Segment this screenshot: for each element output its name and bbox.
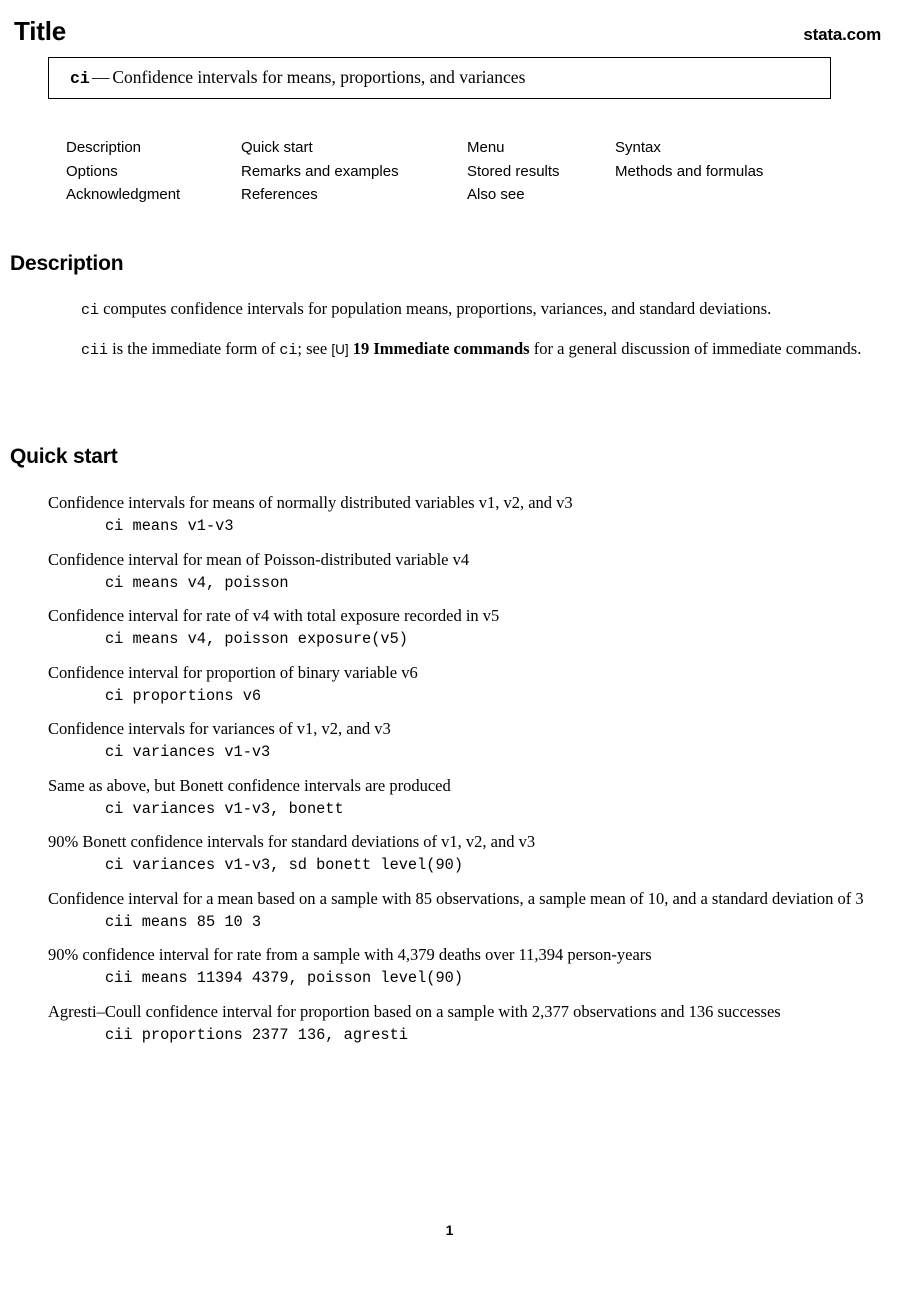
inline-code-ci: ci: [81, 302, 100, 320]
stata-com-link[interactable]: stata.com: [803, 26, 881, 43]
toc-link-methods-and-formulas[interactable]: Methods and formulas: [615, 160, 855, 184]
quick-start-item: 90% confidence interval for rate from a …: [48, 944, 873, 988]
description-paragraph-1-text: computes confidence intervals for popula…: [99, 299, 772, 319]
command-title-box: ci — Confidence intervals for means, propo…: [48, 57, 831, 99]
quick-start-description: Confidence interval for proportion of bi…: [48, 662, 418, 682]
quick-start-command: cii proportions 2377 136, agresti: [105, 1025, 408, 1044]
quick-start-description: Confidence intervals for variances of v1…: [48, 719, 391, 739]
description-paragraph-2-text-1: is the immediate form of: [108, 338, 280, 358]
quick-start-item: Confidence intervals for means of normal…: [48, 492, 873, 536]
quick-start-command: ci variances v1-v3: [105, 743, 271, 762]
page-title: Title: [14, 16, 66, 46]
manual-bracket-u: [U]: [331, 341, 349, 357]
quick-start-description: Agresti–Coull confidence interval for pr…: [48, 1001, 781, 1021]
toc-link-syntax[interactable]: Syntax: [615, 136, 855, 160]
quick-start-description: 90% Bonett confidence intervals for stan…: [48, 832, 536, 852]
toc-link-acknowledgment[interactable]: Acknowledgment: [66, 183, 241, 207]
description-paragraph-1: ci computes confidence intervals for pop…: [48, 298, 871, 322]
document-page: Title stata.com ci — Confidence intervals …: [0, 0, 899, 1315]
quick-start-item: Confidence interval for mean of Poisson-…: [48, 549, 873, 593]
quick-start-command: ci means v1-v3: [105, 517, 234, 536]
quick-start-command: ci means v4, poisson exposure(v5): [105, 630, 408, 649]
quick-start-command: cii means 11394 4379, poisson level(90): [105, 969, 464, 988]
quick-start-command: ci variances v1-v3, sd bonett level(90): [105, 856, 464, 875]
quick-start-description: Confidence interval for a mean based on …: [48, 888, 864, 908]
quick-start-item: Confidence intervals for variances of v1…: [48, 718, 873, 762]
toc-link-remarks-and-examples[interactable]: Remarks and examples: [241, 160, 467, 184]
quick-start-description: Same as above, but Bonett confidence int…: [48, 775, 451, 795]
section-toc: Description Quick start Menu Syntax Opti…: [66, 136, 866, 207]
page-header: Title stata.com: [14, 18, 881, 44]
quick-start-item: Confidence interval for rate of v4 with …: [48, 605, 873, 649]
description-paragraph-2-text-2: ; see: [297, 338, 332, 358]
toc-link-stored-results[interactable]: Stored results: [467, 160, 615, 184]
quick-start-item: Agresti–Coull confidence interval for pr…: [48, 1001, 873, 1045]
toc-link-menu[interactable]: Menu: [467, 136, 615, 160]
description-paragraph-2-text-3: for a general discussion of immediate co…: [529, 338, 862, 358]
toc-link-references[interactable]: References: [241, 183, 467, 207]
quick-start-item: Confidence interval for proportion of bi…: [48, 662, 873, 706]
description-heading: Description: [10, 252, 124, 275]
quick-start-description: 90% confidence interval for rate from a …: [48, 945, 652, 965]
quick-start-description: Confidence interval for mean of Poisson-…: [48, 549, 470, 569]
quick-start-description: Confidence intervals for means of normal…: [48, 493, 573, 513]
description-section: Description ci computes confidence inter…: [10, 252, 885, 361]
em-dash: —: [91, 67, 110, 88]
page-number: 1: [445, 1222, 454, 1238]
toc-link-also-see[interactable]: Also see: [467, 183, 615, 207]
quick-start-item: Confidence interval for a mean based on …: [48, 888, 873, 932]
command-name: ci: [70, 69, 90, 89]
quick-start-command: ci proportions v6: [105, 686, 262, 705]
inline-code-ci-2: ci: [279, 341, 298, 359]
quick-start-list: Confidence intervals for means of normal…: [10, 492, 885, 1045]
quick-start-heading: Quick start: [10, 445, 118, 468]
toc-link-quick-start[interactable]: Quick start: [241, 136, 467, 160]
toc-link-options[interactable]: Options: [66, 160, 241, 184]
quick-start-description: Confidence interval for rate of v4 with …: [48, 606, 500, 626]
command-title-text: ci — Confidence intervals for means, propo…: [49, 67, 525, 89]
quick-start-item: Same as above, but Bonett confidence int…: [48, 775, 873, 819]
description-paragraph-2: cii is the immediate form of ci; see [U]…: [48, 338, 871, 362]
quick-start-command: cii means 85 10 3: [105, 912, 262, 931]
quick-start-command: ci means v4, poisson: [105, 573, 289, 592]
toc-link-description[interactable]: Description: [66, 136, 241, 160]
inline-code-cii: cii: [81, 341, 109, 359]
quick-start-item: 90% Bonett confidence intervals for stan…: [48, 831, 873, 875]
quick-start-section: Quick start Confidence intervals for mea…: [10, 445, 885, 1045]
manual-reference-link[interactable]: 19 Immediate commands: [349, 339, 530, 358]
description-body: ci computes confidence intervals for pop…: [10, 298, 885, 361]
command-description: Confidence intervals for means, proporti…: [112, 67, 526, 88]
quick-start-command: ci variances v1-v3, bonett: [105, 799, 344, 818]
